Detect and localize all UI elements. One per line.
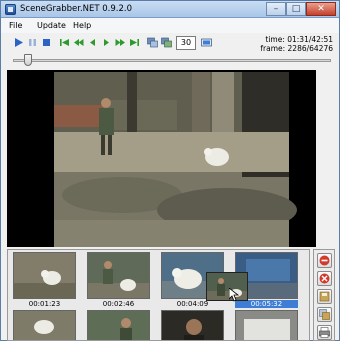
menu-update[interactable]: Update <box>37 21 66 30</box>
frame-count-input[interactable]: 30 <box>176 36 196 50</box>
fast-forward-icon[interactable] <box>115 37 126 48</box>
menu-bar: File Update Help <box>1 18 339 33</box>
menu-file[interactable]: File <box>9 21 22 30</box>
thumbnail-7[interactable] <box>161 310 224 340</box>
remove-all-icon[interactable] <box>317 271 332 286</box>
window-title: SceneGrabber.NET 0.9.2.0 <box>20 4 133 14</box>
stop-icon[interactable] <box>41 37 52 48</box>
thumbnail-1[interactable] <box>13 252 76 299</box>
preview-icon[interactable] <box>201 37 212 48</box>
video-frame <box>7 70 316 247</box>
thumbnail-time-selected: 00:05:32 <box>235 300 298 308</box>
thumbnail-time: 00:02:46 <box>102 300 135 308</box>
grab-auto-icon[interactable] <box>161 37 172 48</box>
time-label: time: 01:31/42:51 <box>265 35 333 44</box>
close-button[interactable]: ✕ <box>306 2 336 16</box>
step-forward-icon[interactable] <box>101 37 112 48</box>
video-preview <box>7 70 316 247</box>
time-readout: time: 01:31/42:51 frame: 2286/64276 <box>260 35 333 53</box>
seek-slider-thumb[interactable] <box>24 54 33 66</box>
thumbnail-time: 00:04:09 <box>176 300 209 308</box>
thumbnail-actions <box>313 249 335 341</box>
save-icon[interactable] <box>317 289 332 304</box>
print-icon[interactable] <box>317 325 332 340</box>
skip-end-icon[interactable] <box>129 37 140 48</box>
step-back-icon[interactable] <box>87 37 98 48</box>
thumbnail-2[interactable] <box>87 252 150 299</box>
maximize-button[interactable]: □ <box>286 2 306 16</box>
grab-frames-icon[interactable] <box>147 37 158 48</box>
seek-slider-track[interactable] <box>13 59 331 62</box>
app-window: SceneGrabber.NET 0.9.2.0 – □ ✕ File Upda… <box>0 0 340 341</box>
thumbnail-8[interactable] <box>235 310 298 340</box>
minimize-button[interactable]: – <box>266 2 286 16</box>
thumbnail-6[interactable] <box>87 310 150 340</box>
frame-label: frame: 2286/64276 <box>260 44 333 53</box>
thumbnail-hover-preview <box>206 272 248 301</box>
skip-start-icon[interactable] <box>59 37 70 48</box>
fast-rewind-icon[interactable] <box>73 37 84 48</box>
thumbnail-time: 00:01:23 <box>28 300 61 308</box>
app-icon <box>5 4 16 15</box>
thumbnail-panel: 00:01:23 00:02:46 00:04:09 00:05:32 <box>7 249 310 341</box>
title-bar[interactable]: SceneGrabber.NET 0.9.2.0 – □ ✕ <box>1 1 339 18</box>
pause-icon[interactable] <box>27 37 38 48</box>
menu-help[interactable]: Help <box>73 21 91 30</box>
remove-icon[interactable] <box>317 253 332 268</box>
play-icon[interactable] <box>13 37 24 48</box>
save-all-icon[interactable] <box>317 307 332 322</box>
mouse-cursor-icon <box>228 287 240 302</box>
thumbnail-5[interactable] <box>13 310 76 340</box>
